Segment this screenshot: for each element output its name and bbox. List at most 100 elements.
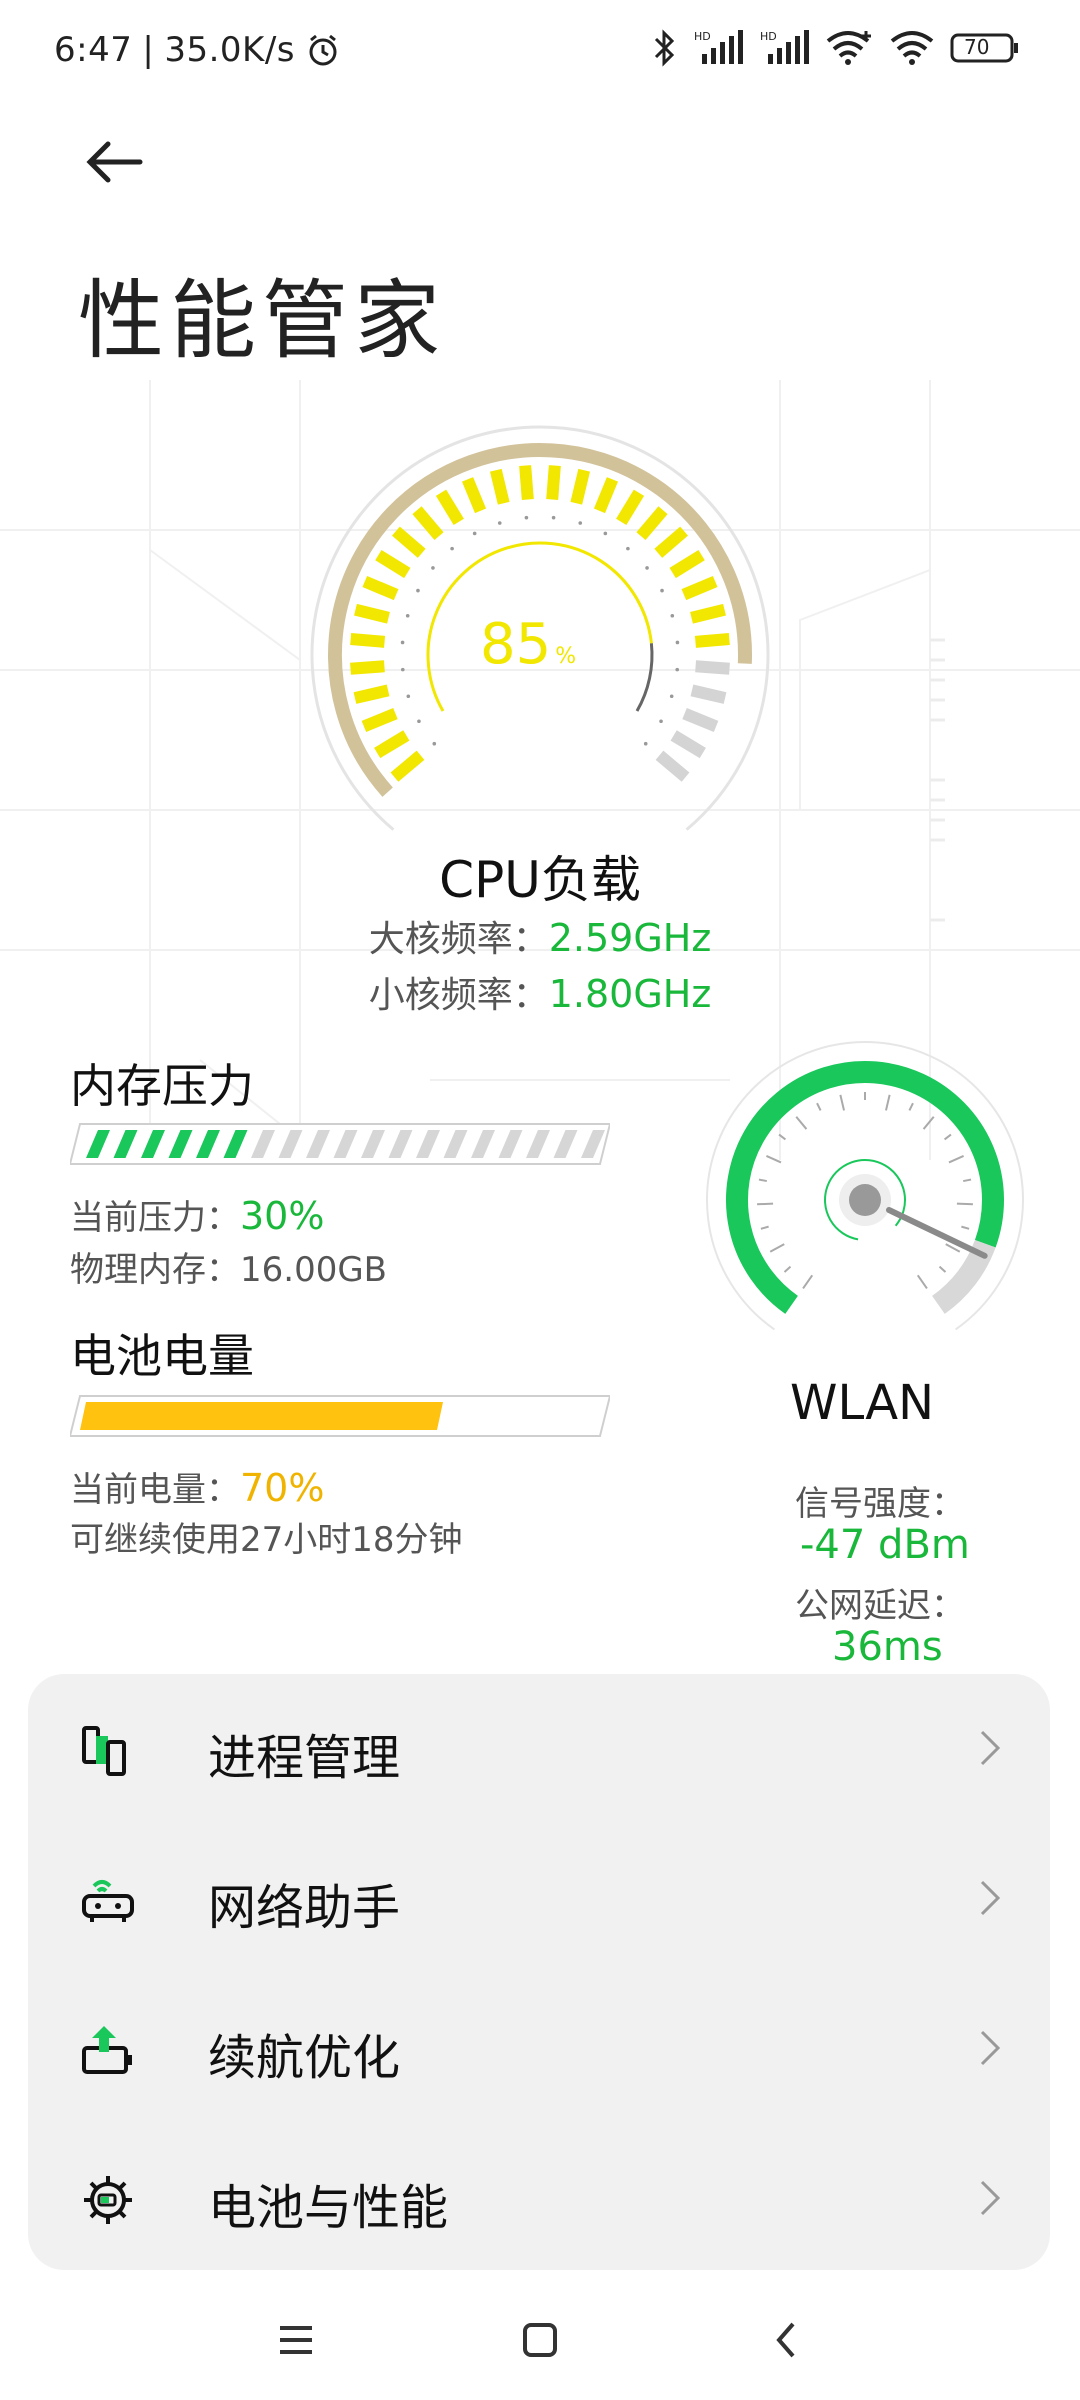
memory-pressure-bar — [70, 1123, 610, 1165]
status-left: 6:47 | 35.0K/s — [54, 30, 341, 70]
cpu-percent: 85% — [480, 612, 576, 677]
latency-label: 公网延迟： — [795, 1586, 965, 1626]
cpu-gauge-segment — [374, 730, 410, 759]
svg-text:HD: HD — [694, 30, 711, 43]
wlan-gauge-tick — [938, 1265, 947, 1273]
chevron-right-icon — [980, 1730, 1001, 1766]
cpu-gauge-segment — [695, 660, 730, 675]
cpu-gauge-inner-rest — [635, 643, 654, 712]
signal-hd-icon: HD — [694, 28, 744, 68]
wlan-gauge-tick — [760, 1225, 769, 1230]
cpu-gauge-segment — [654, 526, 688, 558]
wlan-gauge-tick — [922, 1116, 935, 1130]
menu-item-battery-performance[interactable]: 电池与性能 — [28, 2124, 1050, 2274]
cpu-gauge-tick — [400, 667, 405, 672]
wlan-gauge-hub-center — [849, 1184, 881, 1216]
menu-item-battery-performance-label: 电池与性能 — [208, 2180, 449, 2236]
home-button[interactable] — [510, 2310, 570, 2370]
memory-pressure-label: 当前压力： — [70, 1198, 240, 1238]
battery-remaining-text: 可继续使用27小时18分钟 — [70, 1520, 463, 1560]
cpu-gauge-segment — [390, 750, 425, 782]
battery-level-label: 当前电量： — [70, 1470, 240, 1510]
cpu-gauge-segment — [616, 489, 645, 525]
battery-level-line: 当前电量：70% — [70, 1462, 324, 1511]
wlan-gauge-tick — [795, 1116, 808, 1130]
status-divider: | — [142, 30, 155, 70]
back-nav-button[interactable] — [756, 2310, 816, 2370]
cpu-gauge-segment — [681, 575, 718, 601]
menu-icon — [280, 2326, 312, 2354]
battery-boost-icon — [82, 2026, 132, 2074]
battery-icon: 70 — [950, 30, 1020, 66]
cpu-gauge-tick — [450, 546, 454, 551]
cpu-gauge-tick — [670, 613, 675, 618]
page-title: 性能管家 — [78, 271, 446, 371]
gear-battery-icon — [84, 2176, 132, 2224]
wlan-gauge-tick — [961, 1225, 970, 1230]
wlan-gauge-tick — [778, 1133, 787, 1141]
arrow-left-icon — [86, 141, 143, 183]
recent-apps-button[interactable] — [266, 2310, 326, 2370]
small-core-value: 1.80GHz — [548, 972, 712, 1016]
status-right: HD HD 70 — [652, 28, 1020, 68]
wlan-gauge-tick — [963, 1178, 972, 1183]
menu-item-endurance-label: 续航优化 — [208, 2030, 401, 2086]
wlan-gauge-tick — [802, 1274, 814, 1290]
small-core-row: 小核频率：1.80GHz — [0, 966, 1080, 1018]
chevron-right-icon — [980, 2030, 1001, 2066]
cpu-gauge-segment — [353, 684, 390, 704]
svg-text:HD: HD — [760, 30, 777, 43]
cpu-gauge-segment — [546, 465, 561, 500]
cpu-gauge-tick — [497, 521, 502, 525]
menu-item-endurance[interactable]: 续航优化 — [28, 1974, 1050, 2124]
cpu-gauge-segment — [375, 549, 411, 579]
wlan-gauge-tick — [769, 1243, 785, 1253]
cpu-gauge-tick — [603, 531, 608, 536]
battery-level-text: 70 — [964, 35, 990, 59]
cpu-gauge-segment — [350, 660, 385, 675]
cpu-gauge-tick — [645, 566, 649, 570]
status-time: 6:47 — [54, 30, 133, 70]
cpu-gauge-segment — [350, 633, 386, 648]
menu-item-process-label: 进程管理 — [208, 1730, 401, 1786]
battery-bar-fill — [80, 1402, 443, 1430]
cpu-load-label: CPU负载 — [439, 851, 641, 909]
cpu-gauge-segment — [462, 477, 487, 514]
cpu-gauge-tick — [405, 613, 410, 618]
cpu-gauge-segment — [519, 465, 534, 500]
menu-item-process[interactable]: 进程管理 — [28, 1674, 1050, 1824]
cpu-gauge-tick — [643, 741, 648, 746]
memory-pressure-value: 30% — [240, 1194, 325, 1238]
wlan-label: WLAN — [790, 1375, 935, 1431]
wlan-gauge-tick — [783, 1265, 792, 1273]
wifi-icon — [890, 29, 934, 67]
process-icon — [82, 1726, 126, 1776]
cpu-gauge-tick — [400, 640, 405, 645]
alarm-icon — [305, 32, 341, 68]
signal-strength-value: -47 dBm — [800, 1522, 970, 1568]
battery-level-bar — [70, 1395, 610, 1437]
cpu-gauge-segment — [670, 730, 706, 759]
memory-pressure-line: 当前压力：30% — [70, 1190, 324, 1239]
cpu-gauge-segment — [489, 468, 510, 505]
bluetooth-icon — [652, 29, 678, 67]
wlan-gauge-tick — [765, 1155, 782, 1164]
physical-memory-value: 16.00GB — [240, 1250, 388, 1290]
chevron-right-icon — [980, 1880, 1001, 1916]
wlan-gauge-tick — [956, 1202, 973, 1206]
wlan-gauge-tick — [757, 1202, 774, 1206]
status-bar: 6:47 | 35.0K/s HD HD 70 — [0, 0, 1080, 100]
cpu-gauge-segment — [361, 708, 398, 732]
cpu-gauge-tick — [578, 521, 583, 525]
cpu-gauge-tick — [406, 694, 411, 699]
signal-hd-icon: HD — [760, 28, 810, 68]
cpu-gauge-segment — [354, 603, 390, 624]
chevron-right-icon — [980, 2180, 1001, 2216]
back-button[interactable] — [80, 132, 152, 192]
menu-item-network[interactable]: 网络助手 — [28, 1824, 1050, 1974]
home-icon — [523, 2323, 557, 2357]
cpu-gauge-segment — [682, 708, 719, 732]
physical-memory-line: 物理内存：16.00GB — [70, 1242, 387, 1291]
feature-menu: 进程管理 网络助手 续航优化 电池与性能 — [28, 1674, 1050, 2270]
navigation-bar — [0, 2270, 1080, 2400]
